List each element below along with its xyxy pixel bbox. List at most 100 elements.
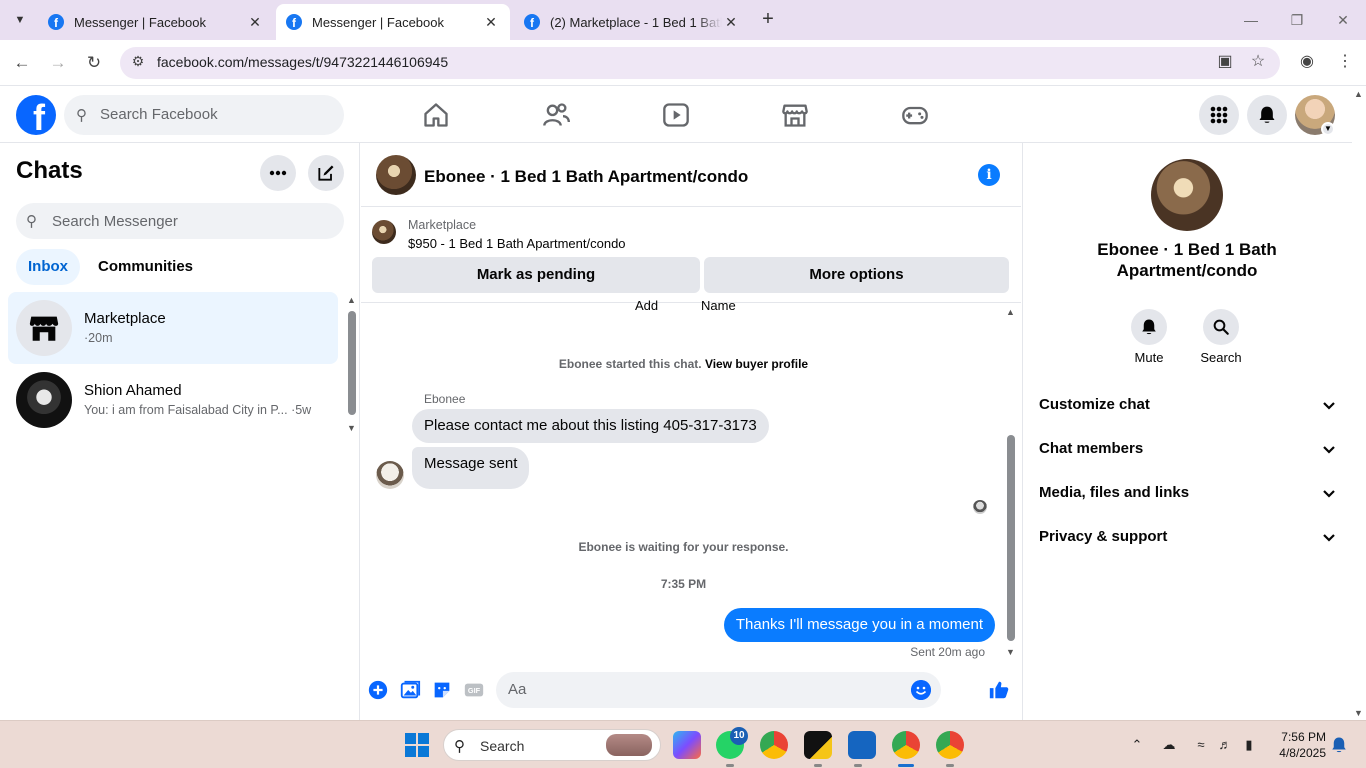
profile-icon[interactable]: ◉ bbox=[1296, 51, 1318, 73]
menu-grid-button[interactable] bbox=[1199, 95, 1239, 135]
scroll-down-arrow-icon[interactable]: ▼ bbox=[347, 423, 356, 433]
listing-thumbnail[interactable] bbox=[372, 220, 396, 244]
tab-communities[interactable]: Communities bbox=[86, 249, 205, 285]
page-scrollbar[interactable]: ▲ ▼ bbox=[1352, 87, 1366, 720]
notification-bell-icon[interactable] bbox=[1330, 736, 1348, 754]
windows-start-icon[interactable] bbox=[405, 733, 429, 757]
minimize-icon[interactable]: — bbox=[1237, 8, 1265, 32]
marketplace-icon[interactable] bbox=[781, 101, 809, 129]
friends-icon[interactable] bbox=[542, 101, 570, 129]
active-indicator bbox=[898, 764, 914, 767]
browser-tab-1[interactable]: f Messenger | Facebook ✕ bbox=[38, 4, 274, 40]
like-thumbs-up-icon[interactable] bbox=[988, 679, 1010, 701]
back-arrow-icon[interactable]: ← bbox=[10, 51, 34, 75]
chat-item-shion-ahamed[interactable]: Shion Ahamed You: i am from Faisalabad C… bbox=[8, 364, 338, 436]
close-tab-icon[interactable]: ✕ bbox=[722, 14, 740, 31]
url-bar[interactable]: ⚙ facebook.com/messages/t/94732214461069… bbox=[120, 47, 1280, 79]
chevron-up-icon[interactable]: ⌃ bbox=[1128, 736, 1146, 754]
restore-icon[interactable]: ❐ bbox=[1283, 8, 1311, 32]
chat-options-button[interactable] bbox=[260, 155, 296, 191]
conversation-scrollbar[interactable]: ▲ ▼ bbox=[1005, 307, 1017, 659]
chrome-app-icon[interactable] bbox=[760, 731, 788, 759]
chat-list-scrollbar[interactable]: ▲ ▼ bbox=[346, 295, 358, 435]
system-clock[interactable]: 7:56 PM 4/8/2025 bbox=[1266, 729, 1326, 761]
gif-icon[interactable]: GIF bbox=[463, 679, 485, 701]
url-text[interactable]: facebook.com/messages/t/9473221446106945 bbox=[157, 54, 448, 70]
privacy-support-section[interactable]: Privacy & support bbox=[1031, 517, 1343, 557]
conversation-title[interactable]: Ebonee · 1 Bed 1 Bath Apartment/condo bbox=[424, 167, 748, 187]
network-sync-icon[interactable]: ☁ bbox=[1160, 736, 1178, 754]
chevron-down-icon[interactable]: ▼ bbox=[1321, 122, 1335, 136]
seen-receipt-avatar bbox=[973, 500, 987, 514]
close-tab-icon[interactable]: ✕ bbox=[482, 14, 500, 31]
photo-icon[interactable] bbox=[399, 679, 421, 701]
reload-icon[interactable]: ↻ bbox=[82, 51, 106, 75]
chat-info-title: Ebonee · 1 Bed 1 Bath Apartment/condo bbox=[1097, 240, 1277, 280]
sender-avatar[interactable] bbox=[376, 461, 404, 489]
volume-icon[interactable]: ♬ bbox=[1216, 736, 1234, 754]
bookmark-star-icon[interactable]: ☆ bbox=[1247, 51, 1269, 73]
incoming-message[interactable]: Please contact me about this listing 405… bbox=[412, 409, 769, 443]
search-highlight-image bbox=[606, 734, 652, 756]
message-input[interactable]: Aa bbox=[496, 672, 941, 708]
facebook-top-nav: f ⚲ Search Facebook ▼ bbox=[0, 87, 1352, 143]
tab-inbox[interactable]: Inbox bbox=[16, 249, 80, 285]
more-options-button[interactable]: More options bbox=[704, 257, 1009, 293]
media-files-links-section[interactable]: Media, files and links bbox=[1031, 473, 1343, 513]
copilot-app-icon[interactable] bbox=[673, 731, 701, 759]
mute-button[interactable]: Mute bbox=[1119, 309, 1179, 365]
new-tab-button[interactable]: + bbox=[756, 8, 780, 32]
listing-avatar[interactable] bbox=[376, 155, 416, 195]
forward-arrow-icon[interactable]: → bbox=[46, 51, 70, 75]
chats-panel: Chats ⚲ Search Messenger Inbox Communiti… bbox=[0, 143, 360, 720]
scrollbar-thumb[interactable] bbox=[1007, 435, 1015, 641]
notifications-button[interactable] bbox=[1247, 95, 1287, 135]
chrome-profile-2-app-icon[interactable] bbox=[936, 731, 964, 759]
tab-search-chevron-icon[interactable]: ▼ bbox=[8, 8, 32, 32]
site-info-icon[interactable]: ⚙ bbox=[128, 53, 148, 73]
customize-chat-section[interactable]: Customize chat bbox=[1031, 385, 1343, 425]
browser-menu-icon[interactable]: ⋮ bbox=[1334, 51, 1356, 73]
clock-date: 4/8/2025 bbox=[1279, 746, 1326, 760]
battery-icon[interactable]: ▮ bbox=[1240, 736, 1258, 754]
chat-item-marketplace[interactable]: Marketplace ·20m bbox=[8, 292, 338, 364]
close-window-icon[interactable]: ✕ bbox=[1329, 8, 1357, 32]
scroll-down-arrow-icon[interactable]: ▼ bbox=[1354, 708, 1363, 718]
sticky-app-icon[interactable] bbox=[804, 731, 832, 759]
new-message-button[interactable] bbox=[308, 155, 344, 191]
scrollbar-thumb[interactable] bbox=[348, 311, 356, 415]
scroll-up-arrow-icon[interactable]: ▲ bbox=[1354, 89, 1363, 99]
started-text: Ebonee started this chat. bbox=[558, 357, 702, 371]
tab-title: (2) Marketplace - 1 Bed 1 Bath Apartment bbox=[550, 14, 722, 30]
browser-tab-3[interactable]: f (2) Marketplace - 1 Bed 1 Bath Apartme… bbox=[514, 4, 750, 40]
chrome-profile-app-icon[interactable] bbox=[892, 731, 920, 759]
gaming-icon[interactable] bbox=[901, 101, 929, 129]
emoji-icon[interactable] bbox=[911, 680, 931, 700]
messenger-search-input[interactable]: ⚲ Search Messenger bbox=[16, 203, 344, 239]
search-icon: ⚲ bbox=[454, 738, 465, 755]
scroll-down-arrow-icon[interactable]: ▼ bbox=[1006, 647, 1015, 657]
info-icon[interactable]: i bbox=[978, 164, 1000, 186]
outgoing-message[interactable]: Thanks I'll message you in a moment bbox=[723, 608, 995, 642]
view-buyer-profile-link[interactable]: View buyer profile bbox=[705, 357, 808, 371]
listing-avatar[interactable] bbox=[1151, 159, 1223, 231]
sticker-icon[interactable] bbox=[431, 679, 453, 701]
facebook-logo-icon[interactable]: f bbox=[16, 95, 56, 135]
close-tab-icon[interactable]: ✕ bbox=[246, 14, 264, 31]
browser-tab-2[interactable]: f Messenger | Facebook ✕ bbox=[276, 4, 510, 40]
plus-circle-icon[interactable] bbox=[367, 679, 389, 701]
listing-description[interactable]: $950 - 1 Bed 1 Bath Apartment/condo bbox=[408, 236, 626, 251]
install-app-icon[interactable]: ▣ bbox=[1214, 51, 1236, 73]
taskbar-search[interactable]: ⚲ Search bbox=[443, 729, 661, 761]
video-icon[interactable] bbox=[662, 101, 690, 129]
scroll-up-arrow-icon[interactable]: ▲ bbox=[1006, 307, 1015, 317]
search-conversation-button[interactable]: Search bbox=[1191, 309, 1251, 365]
wifi-icon[interactable]: ≈ bbox=[1192, 736, 1210, 754]
mark-as-pending-button[interactable]: Mark as pending bbox=[372, 257, 700, 293]
facebook-search-input[interactable]: ⚲ Search Facebook bbox=[64, 95, 344, 135]
snipping-tool-icon[interactable] bbox=[848, 731, 876, 759]
home-icon[interactable] bbox=[422, 101, 450, 129]
incoming-message[interactable]: Message sent bbox=[412, 447, 530, 489]
scroll-up-arrow-icon[interactable]: ▲ bbox=[347, 295, 356, 305]
chat-members-section[interactable]: Chat members bbox=[1031, 429, 1343, 469]
